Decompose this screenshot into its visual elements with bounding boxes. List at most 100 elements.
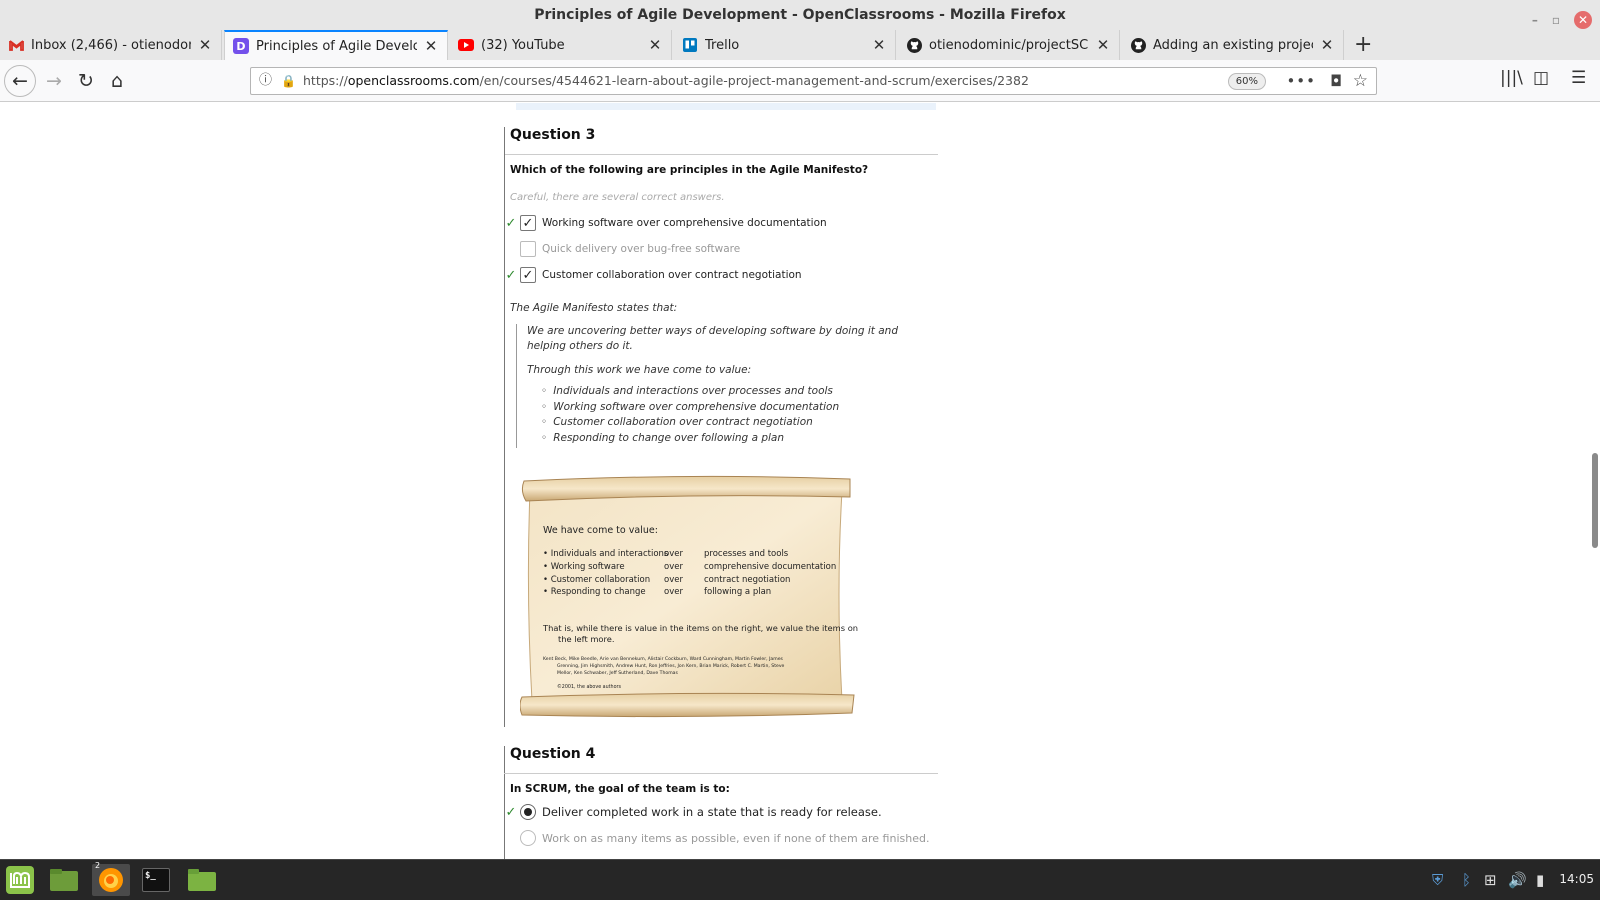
option-quick-delivery[interactable]: Quick delivery over bug-free software [504,241,740,257]
option-label: Quick delivery over bug-free software [542,243,741,255]
option-work-on-many-items[interactable]: Work on as many items as possible, even … [504,830,929,846]
tab-title: Adding an existing project to [1153,37,1313,53]
question-4-heading-block: Question 4 [504,746,938,774]
url-host: openclassrooms.com [347,73,480,88]
scroll-row-left: • Responding to change [543,587,646,597]
checkbox-unchecked[interactable] [520,241,536,257]
zoom-indicator[interactable]: 60% [1227,73,1266,90]
tab-github-adding[interactable]: Adding an existing project to ✕ [1122,30,1344,60]
question-3-options: ✓ ✓ Working software over comprehensive … [504,215,938,295]
manifesto-quote: We are uncovering better ways of develop… [516,324,928,448]
option-customer-collaboration[interactable]: ✓ ✓ Customer collaboration over contract… [504,267,802,283]
scroll-row-right: comprehensive documentation [704,562,837,572]
site-info-icon[interactable]: ⓘ [259,68,272,94]
pocket-icon[interactable]: ◘ [1330,68,1342,94]
shield-icon[interactable]: ⛨ [1432,871,1443,889]
close-window-button[interactable]: ✕ [1574,11,1592,29]
close-tab-icon[interactable]: ✕ [1095,36,1111,54]
question-4-heading: Question 4 [504,746,938,774]
page-content: Question 3 Which of the following are pr… [0,103,1600,859]
question-3-sidebar-line [504,127,505,727]
trello-icon [682,37,698,53]
option-label: Working software over comprehensive docu… [542,217,827,229]
url-path: /en/courses/4544621-learn-about-agile-pr… [479,73,1029,88]
close-tab-icon[interactable]: ✕ [1319,36,1335,54]
network-icon[interactable]: ⊞ [1484,871,1497,889]
scroll-authors-line-2: Grenning, Jim Highsmith, Andrew Hunt, Ro… [557,664,785,669]
url-bar[interactable]: ⓘ 🔒 https://openclassrooms.com/en/course… [250,67,1377,95]
lock-icon: 🔒 [281,74,296,88]
list-item: Individuals and interactions over proces… [541,384,928,400]
new-tab-button[interactable]: + [1354,32,1372,57]
checkbox-checked[interactable]: ✓ [520,215,536,231]
volume-icon[interactable]: 🔊 [1508,871,1527,889]
question-4-options: ✓ Deliver completed work in a state that… [504,804,938,859]
files-icon[interactable] [186,864,218,896]
question-3-text: Which of the following are principles in… [510,164,869,176]
github-icon [906,37,922,53]
show-desktop-icon[interactable] [48,864,80,896]
library-icon[interactable]: |||\ [1500,68,1523,88]
previous-answer-box [516,103,936,110]
tab-bar: Inbox (2,466) - otienodominic ✕ D Princi… [0,30,1600,60]
tab-title: (32) YouTube [481,37,565,53]
scroll-row-mid: over [664,562,683,572]
terminal-glyph: $_ [142,868,170,892]
close-tab-icon[interactable]: ✕ [197,36,213,54]
home-icon[interactable]: ⌂ [103,67,131,95]
correct-check-icon: ✓ [505,267,517,283]
scrollbar-thumb[interactable] [1592,453,1598,548]
bluetooth-icon[interactable]: ᛒ [1462,871,1471,889]
bookmark-star-icon[interactable]: ☆ [1353,68,1368,94]
menu-icon[interactable]: ☰ [1571,68,1586,88]
url-text[interactable]: https://openclassrooms.com/en/courses/45… [303,68,1029,94]
back-button[interactable]: ← [4,65,36,97]
page-actions-icon[interactable]: ••• [1286,68,1316,94]
tab-github-project[interactable]: otienodominic/projectSCRUM ✕ [898,30,1120,60]
scroll-row-right: contract negotiation [704,575,791,585]
navigation-toolbar: ← → ↻ ⌂ ⓘ 🔒 https://openclassrooms.com/e… [0,60,1600,102]
scroll-row-left: • Customer collaboration [543,575,651,585]
scroll-heading: We have come to value: [543,525,658,536]
close-tab-icon[interactable]: ✕ [871,36,887,54]
youtube-icon [458,37,474,53]
question-3-heading: Question 3 [504,127,938,155]
question-3-hint: Careful, there are several correct answe… [510,192,725,203]
checkbox-checked[interactable]: ✓ [520,267,536,283]
radio-unselected[interactable] [520,830,536,846]
mint-menu-icon[interactable] [4,864,36,896]
reload-button[interactable]: ↻ [72,67,100,95]
forward-button[interactable]: → [40,67,68,95]
manifesto-scroll-image: We have come to value: • Individuals and… [520,473,860,723]
scroll-row-mid: over [664,575,683,585]
tab-title: otienodominic/projectSCRUM [929,37,1089,53]
tab-youtube[interactable]: (32) YouTube ✕ [450,30,672,60]
taskbar-clock[interactable]: 14:05 [1559,872,1594,886]
tab-openclassrooms[interactable]: D Principles of Agile Developme ✕ [224,30,448,60]
tab-gmail[interactable]: Inbox (2,466) - otienodominic ✕ [0,30,222,60]
list-item: Responding to change over following a pl… [541,431,928,447]
scroll-row-right: processes and tools [704,549,789,559]
radio-selected[interactable] [520,804,536,820]
terminal-icon[interactable]: $_ [140,864,172,896]
close-tab-icon[interactable]: ✕ [423,37,439,55]
option-deliver-completed-work[interactable]: ✓ Deliver completed work in a state that… [504,804,882,820]
scroll-closing-line-1: That is, while there is value in the ite… [543,623,859,633]
battery-icon[interactable]: ▮ [1536,871,1544,889]
github-icon [1130,37,1146,53]
close-tab-icon[interactable]: ✕ [647,36,663,54]
correct-check-icon: ✓ [505,215,517,231]
tab-title: Principles of Agile Developme [256,38,417,54]
tab-trello[interactable]: Trello ✕ [674,30,896,60]
option-working-software[interactable]: ✓ ✓ Working software over comprehensive … [504,215,827,231]
page-scrollbar[interactable] [1588,103,1600,859]
firefox-taskbar-button[interactable]: 2 [92,861,130,896]
list-item: Customer collaboration over contract neg… [541,415,928,431]
option-label: Deliver completed work in a state that i… [542,805,882,819]
url-scheme: https:// [303,73,348,88]
scroll-copyright: ©2001, the above authors [557,685,621,690]
scroll-row-right: following a plan [704,587,772,597]
firefox-icon [99,868,123,892]
sidebar-icon[interactable]: ◫ [1533,68,1549,88]
question-4-text: In SCRUM, the goal of the team is to: [510,783,730,795]
